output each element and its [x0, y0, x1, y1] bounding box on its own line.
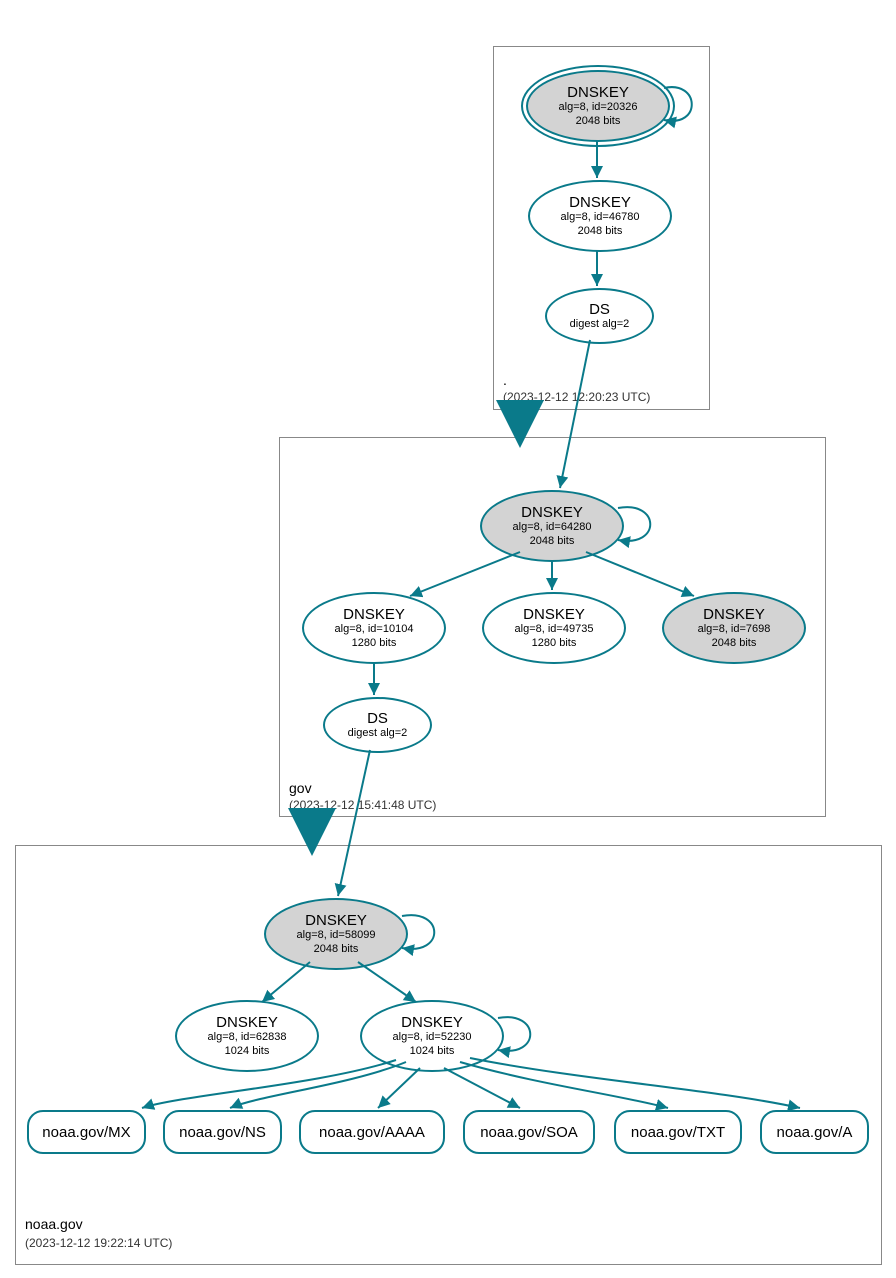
root-zsk-node[interactable]: DNSKEY alg=8, id=46780 2048 bits	[528, 180, 672, 252]
noaa-zsk2-node[interactable]: DNSKEY alg=8, id=52230 1024 bits	[360, 1000, 504, 1072]
zone-root-timestamp: (2023-12-12 12:20:23 UTC)	[503, 390, 650, 404]
node-sub2: 2048 bits	[578, 225, 623, 238]
node-title: DNSKEY	[401, 1014, 463, 1031]
node-sub1: alg=8, id=52230	[393, 1031, 472, 1044]
node-sub2: 1024 bits	[225, 1045, 270, 1058]
node-title: DNSKEY	[343, 606, 405, 623]
rr-mx-node[interactable]: noaa.gov/MX	[27, 1110, 146, 1154]
node-sub2: 1280 bits	[532, 637, 577, 650]
gov-ksk-node[interactable]: DNSKEY alg=8, id=64280 2048 bits	[480, 490, 624, 562]
zone-gov-label: gov	[289, 780, 312, 796]
node-title: noaa.gov/MX	[42, 1124, 130, 1141]
node-sub2: 2048 bits	[314, 943, 359, 956]
rr-soa-node[interactable]: noaa.gov/SOA	[463, 1110, 595, 1154]
gov-zsk2-node[interactable]: DNSKEY alg=8, id=49735 1280 bits	[482, 592, 626, 664]
gov-ksk2-node[interactable]: DNSKEY alg=8, id=7698 2048 bits	[662, 592, 806, 664]
node-title: DS	[589, 301, 610, 318]
node-title: DNSKEY	[703, 606, 765, 623]
node-sub1: digest alg=2	[570, 318, 630, 331]
noaa-zsk1-node[interactable]: DNSKEY alg=8, id=62838 1024 bits	[175, 1000, 319, 1072]
node-title: noaa.gov/AAAA	[319, 1124, 425, 1141]
gov-zsk1-node[interactable]: DNSKEY alg=8, id=10104 1280 bits	[302, 592, 446, 664]
node-title: DNSKEY	[521, 504, 583, 521]
root-ksk-node[interactable]: DNSKEY alg=8, id=20326 2048 bits	[526, 70, 670, 142]
node-sub1: alg=8, id=49735	[515, 623, 594, 636]
node-sub1: alg=8, id=10104	[335, 623, 414, 636]
node-sub2: 2048 bits	[712, 637, 757, 650]
node-title: DS	[367, 710, 388, 727]
node-title: DNSKEY	[567, 84, 629, 101]
node-sub2: 1280 bits	[352, 637, 397, 650]
gov-ds-node[interactable]: DS digest alg=2	[323, 697, 432, 753]
rr-a-node[interactable]: noaa.gov/A	[760, 1110, 869, 1154]
node-sub1: alg=8, id=7698	[698, 623, 771, 636]
zone-root-label: .	[503, 372, 507, 388]
node-title: DNSKEY	[216, 1014, 278, 1031]
rr-ns-node[interactable]: noaa.gov/NS	[163, 1110, 282, 1154]
node-sub1: digest alg=2	[348, 727, 408, 740]
node-title: noaa.gov/TXT	[631, 1124, 725, 1141]
node-sub1: alg=8, id=20326	[559, 101, 638, 114]
root-ds-node[interactable]: DS digest alg=2	[545, 288, 654, 344]
node-title: noaa.gov/A	[777, 1124, 853, 1141]
node-sub2: 2048 bits	[576, 115, 621, 128]
node-sub1: alg=8, id=64280	[513, 521, 592, 534]
zone-noaa-timestamp: (2023-12-12 19:22:14 UTC)	[25, 1236, 172, 1250]
node-sub1: alg=8, id=46780	[561, 211, 640, 224]
noaa-ksk-node[interactable]: DNSKEY alg=8, id=58099 2048 bits	[264, 898, 408, 970]
node-sub1: alg=8, id=58099	[297, 929, 376, 942]
zone-noaa-label: noaa.gov	[25, 1216, 83, 1232]
rr-txt-node[interactable]: noaa.gov/TXT	[614, 1110, 742, 1154]
node-title: DNSKEY	[305, 912, 367, 929]
node-sub2: 2048 bits	[530, 535, 575, 548]
node-title: DNSKEY	[569, 194, 631, 211]
node-title: noaa.gov/NS	[179, 1124, 266, 1141]
node-sub2: 1024 bits	[410, 1045, 455, 1058]
node-title: DNSKEY	[523, 606, 585, 623]
zone-gov-timestamp: (2023-12-12 15:41:48 UTC)	[289, 798, 436, 812]
node-sub1: alg=8, id=62838	[208, 1031, 287, 1044]
rr-aaaa-node[interactable]: noaa.gov/AAAA	[299, 1110, 445, 1154]
node-title: noaa.gov/SOA	[480, 1124, 578, 1141]
